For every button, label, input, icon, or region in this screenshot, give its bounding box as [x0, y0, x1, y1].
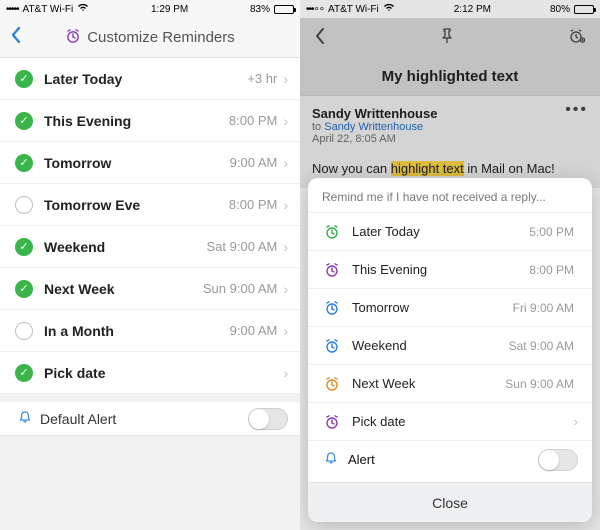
- option-label: Next Week: [36, 281, 203, 297]
- clock-icon: [322, 300, 342, 316]
- back-button[interactable]: [10, 26, 22, 50]
- chevron-right-icon: ›: [283, 197, 288, 213]
- option-value: 9:00 AM: [230, 323, 284, 338]
- option-label: Weekend: [342, 338, 509, 353]
- alert-label: Alert: [338, 452, 538, 467]
- chevron-right-icon: ›: [283, 323, 288, 339]
- reminder-option-row[interactable]: In a Month9:00 AM›: [0, 310, 300, 352]
- option-value: Sat 9:00 AM: [509, 339, 578, 353]
- checkmark-icon: ✓: [12, 364, 36, 382]
- reminder-option-row[interactable]: Tomorrow Eve8:00 PM›: [0, 184, 300, 226]
- alert-toggle[interactable]: [538, 449, 578, 471]
- option-label: Pick date: [36, 365, 277, 381]
- reminder-option-row[interactable]: ✓Later Today+3 hr›: [0, 58, 300, 100]
- sheet-option-row[interactable]: Next WeekSun 9:00 AM: [308, 364, 592, 402]
- checkmark-icon: [12, 322, 36, 340]
- default-alert-row[interactable]: Default Alert: [0, 394, 300, 436]
- reminder-option-row[interactable]: ✓Next WeekSun 9:00 AM›: [0, 268, 300, 310]
- reminder-option-row[interactable]: ✓This Evening8:00 PM›: [0, 100, 300, 142]
- chevron-right-icon: ›: [283, 71, 288, 87]
- option-label: Next Week: [342, 376, 505, 391]
- option-label: Tomorrow Eve: [36, 197, 229, 213]
- option-label: Tomorrow: [342, 300, 513, 315]
- chevron-right-icon: ›: [283, 113, 288, 129]
- option-label: In a Month: [36, 323, 230, 339]
- option-value: Fri 9:00 AM: [513, 301, 578, 315]
- option-value: +3 hr: [247, 71, 283, 86]
- option-value: Sat 9:00 AM: [207, 239, 284, 254]
- phone-reminder-sheet: •••∘∘ AT&T Wi-Fi 2:12 PM 80% M: [300, 0, 600, 530]
- option-label: Later Today: [36, 71, 247, 87]
- clock-icon: [322, 376, 342, 392]
- chevron-right-icon: ›: [574, 414, 578, 429]
- checkmark-icon: [12, 196, 36, 214]
- checkmark-icon: ✓: [12, 70, 36, 88]
- checkmark-icon: ✓: [12, 238, 36, 256]
- option-value: 8:00 PM: [529, 263, 578, 277]
- option-value: Sun 9:00 AM: [203, 281, 283, 296]
- battery-pct: 83%: [250, 4, 270, 15]
- battery-icon: [274, 5, 294, 14]
- sheet-option-row[interactable]: Later Today5:00 PM: [308, 212, 592, 250]
- sheet-option-row[interactable]: TomorrowFri 9:00 AM: [308, 288, 592, 326]
- option-label: Later Today: [342, 224, 529, 239]
- sheet-option-row[interactable]: This Evening8:00 PM: [308, 250, 592, 288]
- option-label: This Evening: [36, 113, 229, 129]
- option-label: Pick date: [342, 414, 570, 429]
- checkmark-icon: ✓: [12, 112, 36, 130]
- clock-icon: [322, 224, 342, 240]
- reminder-option-row[interactable]: ✓Pick date ›: [0, 352, 300, 394]
- clock-icon: [322, 262, 342, 278]
- option-value: 8:00 PM: [229, 197, 283, 212]
- bell-icon: [324, 451, 338, 468]
- option-label: This Evening: [342, 262, 529, 277]
- chevron-right-icon: ›: [283, 281, 288, 297]
- default-alert-toggle[interactable]: [248, 408, 288, 430]
- chevron-right-icon: ›: [283, 239, 288, 255]
- reminder-icon: [65, 28, 81, 47]
- reminder-option-row[interactable]: ✓WeekendSat 9:00 AM›: [0, 226, 300, 268]
- chevron-right-icon: ›: [283, 155, 288, 171]
- signal-dots-icon: •••••: [6, 4, 19, 15]
- clock-icon: [322, 338, 342, 354]
- option-value: 8:00 PM: [229, 113, 283, 128]
- option-value: 5:00 PM: [529, 225, 578, 239]
- empty-area: [0, 436, 300, 530]
- option-value: 9:00 AM: [230, 155, 284, 170]
- sheet-option-row[interactable]: Pick date ›: [308, 402, 592, 440]
- alert-row[interactable]: Alert: [308, 440, 592, 478]
- phone-customize-reminders: ••••• AT&T Wi-Fi 1:29 PM 83% Customize R…: [0, 0, 300, 530]
- option-value: Sun 9:00 AM: [505, 377, 578, 391]
- bell-icon: [18, 410, 32, 427]
- reminder-options-list: ✓Later Today+3 hr›✓This Evening8:00 PM›✓…: [0, 58, 300, 394]
- clock-label: 1:29 PM: [151, 4, 188, 15]
- nav-bar: Customize Reminders: [0, 18, 300, 58]
- option-label: Weekend: [36, 239, 207, 255]
- chevron-right-icon: ›: [283, 365, 288, 381]
- wifi-icon: [77, 3, 89, 15]
- close-button[interactable]: Close: [308, 482, 592, 522]
- default-alert-label: Default Alert: [32, 411, 248, 427]
- reminder-option-row[interactable]: ✓Tomorrow9:00 AM›: [0, 142, 300, 184]
- status-bar: ••••• AT&T Wi-Fi 1:29 PM 83%: [0, 0, 300, 18]
- sheet-title: Remind me if I have not received a reply…: [308, 178, 592, 212]
- reminder-sheet: Remind me if I have not received a reply…: [308, 178, 592, 522]
- sheet-option-row[interactable]: WeekendSat 9:00 AM: [308, 326, 592, 364]
- checkmark-icon: ✓: [12, 280, 36, 298]
- checkmark-icon: ✓: [12, 154, 36, 172]
- clock-icon: [322, 414, 342, 430]
- nav-title-label: Customize Reminders: [87, 29, 235, 46]
- option-label: Tomorrow: [36, 155, 230, 171]
- carrier-label: AT&T Wi-Fi: [23, 4, 74, 15]
